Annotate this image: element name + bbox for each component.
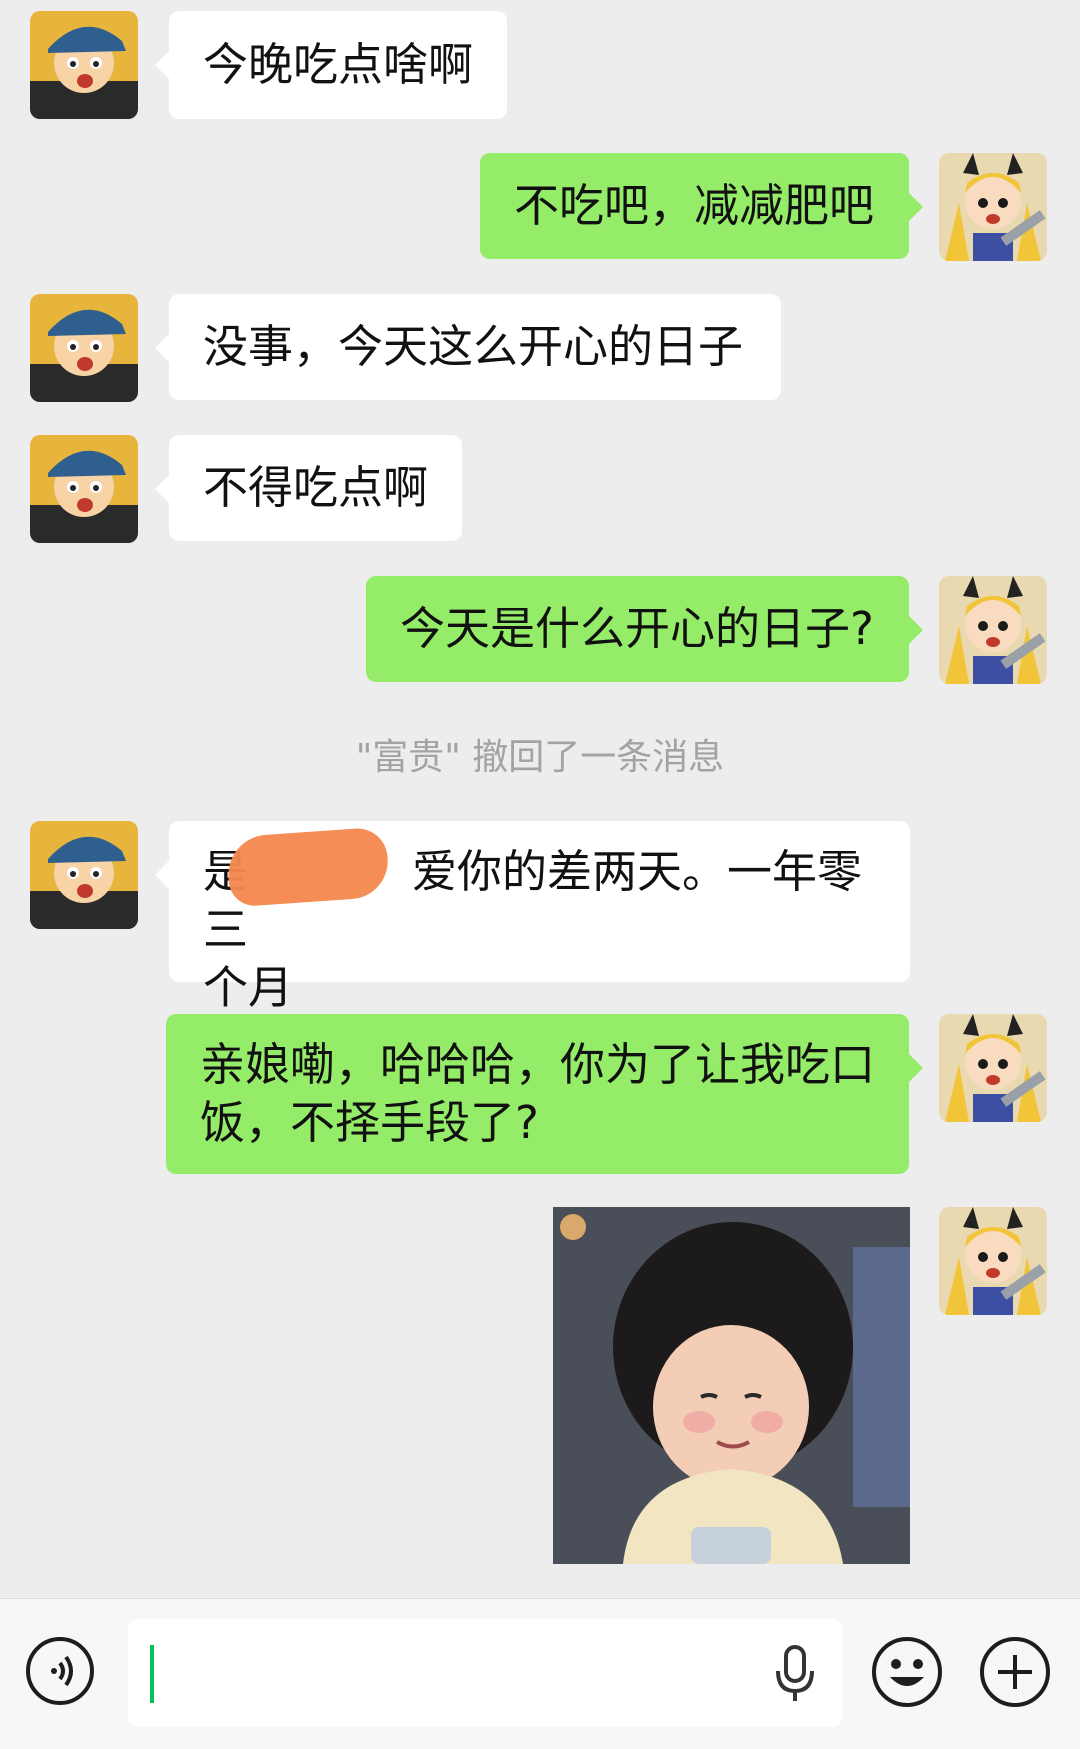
- contact-avatar[interactable]: [30, 821, 138, 929]
- self-avatar[interactable]: [939, 1014, 1047, 1122]
- microphone-icon[interactable]: [772, 1645, 818, 1703]
- message-text: 饭，不择手段了?: [200, 1096, 539, 1149]
- message-input[interactable]: [128, 1619, 842, 1727]
- voice-icon[interactable]: [26, 1637, 94, 1705]
- redaction-mark: [225, 826, 391, 908]
- message-bubble[interactable]: 不得吃点啊: [155, 435, 462, 541]
- sticker-image[interactable]: [553, 1207, 910, 1564]
- message-line: 个月: [203, 959, 876, 1017]
- message-bubble[interactable]: 亲娘嘞，哈哈哈，你为了让我吃口 饭，不择手段了?: [166, 1014, 923, 1174]
- message-text: 个月: [203, 961, 294, 1014]
- contact-avatar[interactable]: [30, 435, 138, 543]
- message-text: 亲娘嘞，哈哈哈，你为了让我吃口: [200, 1038, 876, 1091]
- message-text: 不得吃点啊: [203, 461, 429, 514]
- message-text: 今天是什么开心的日子?: [400, 602, 874, 655]
- text-caret: [150, 1645, 154, 1703]
- contact-avatar[interactable]: [30, 294, 138, 402]
- recall-notice: "富贵" 撤回了一条消息: [355, 737, 725, 778]
- message-text: 不吃吧，减减肥吧: [514, 179, 875, 232]
- chat-screen: 今晚吃点啥啊 不吃吧，减减肥吧 没事，今天这么开心的日子 不得吃点啊 今天是什么…: [0, 0, 1080, 1749]
- message-bubble[interactable]: 今天是什么开心的日子?: [366, 576, 923, 682]
- message-text: 今晚吃点啥啊: [203, 38, 474, 91]
- contact-avatar[interactable]: [30, 11, 138, 119]
- message-bubble[interactable]: 不吃吧，减减肥吧: [480, 153, 923, 259]
- plus-icon[interactable]: [978, 1635, 1052, 1709]
- message-text: 没事，今天这么开心的日子: [203, 320, 744, 373]
- message-bubble[interactable]: 今晚吃点啥啊: [155, 11, 507, 119]
- self-avatar[interactable]: [939, 1207, 1047, 1315]
- self-avatar[interactable]: [939, 153, 1047, 261]
- emoji-icon[interactable]: [870, 1635, 944, 1709]
- input-bar: [0, 1598, 1080, 1749]
- message-bubble[interactable]: 没事，今天这么开心的日子: [155, 294, 781, 400]
- self-avatar[interactable]: [939, 576, 1047, 684]
